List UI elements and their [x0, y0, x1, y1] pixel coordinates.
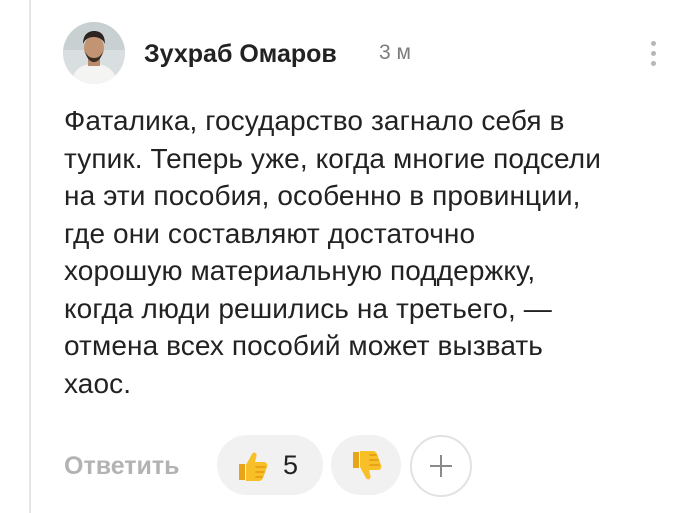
- reply-button[interactable]: Ответить: [64, 449, 180, 483]
- avatar-image: [63, 22, 125, 84]
- dislike-button[interactable]: [331, 435, 401, 495]
- like-count: 5: [283, 450, 299, 480]
- comment-line: тупик. Теперь уже, когда многие подсели: [64, 142, 601, 174]
- thumbs-down-icon: [353, 451, 382, 480]
- comment-body: Фаталика, государство загнало себя в туп…: [64, 102, 664, 402]
- plus-icon: [440, 455, 442, 477]
- comment-line: где они составляют достаточно: [64, 217, 476, 249]
- comment-line: когда люди решились на третьего, —: [64, 292, 552, 324]
- comment-line: на эти пособия, особенно в провинции,: [64, 180, 581, 211]
- avatar[interactable]: [63, 22, 125, 84]
- comment-line: отмена всех пособий может вызвать: [64, 330, 543, 361]
- thumbs-up-icon: [239, 452, 268, 481]
- comment-line: хорошую материальную поддержку,: [64, 255, 536, 286]
- comment-timestamp: 3 м: [379, 41, 411, 64]
- author-name[interactable]: Зухраб Омаров: [144, 36, 337, 72]
- more-vertical-icon[interactable]: [644, 38, 664, 70]
- thread-line: [29, 0, 31, 513]
- comment-line: Фаталика, государство загнало себя в: [64, 105, 565, 136]
- add-reaction-button[interactable]: [410, 435, 472, 497]
- comment-card: Зухраб Омаров 3 м Фаталика, государство …: [0, 0, 700, 513]
- like-button[interactable]: 5: [217, 435, 323, 495]
- comment-line: хаос.: [64, 367, 132, 399]
